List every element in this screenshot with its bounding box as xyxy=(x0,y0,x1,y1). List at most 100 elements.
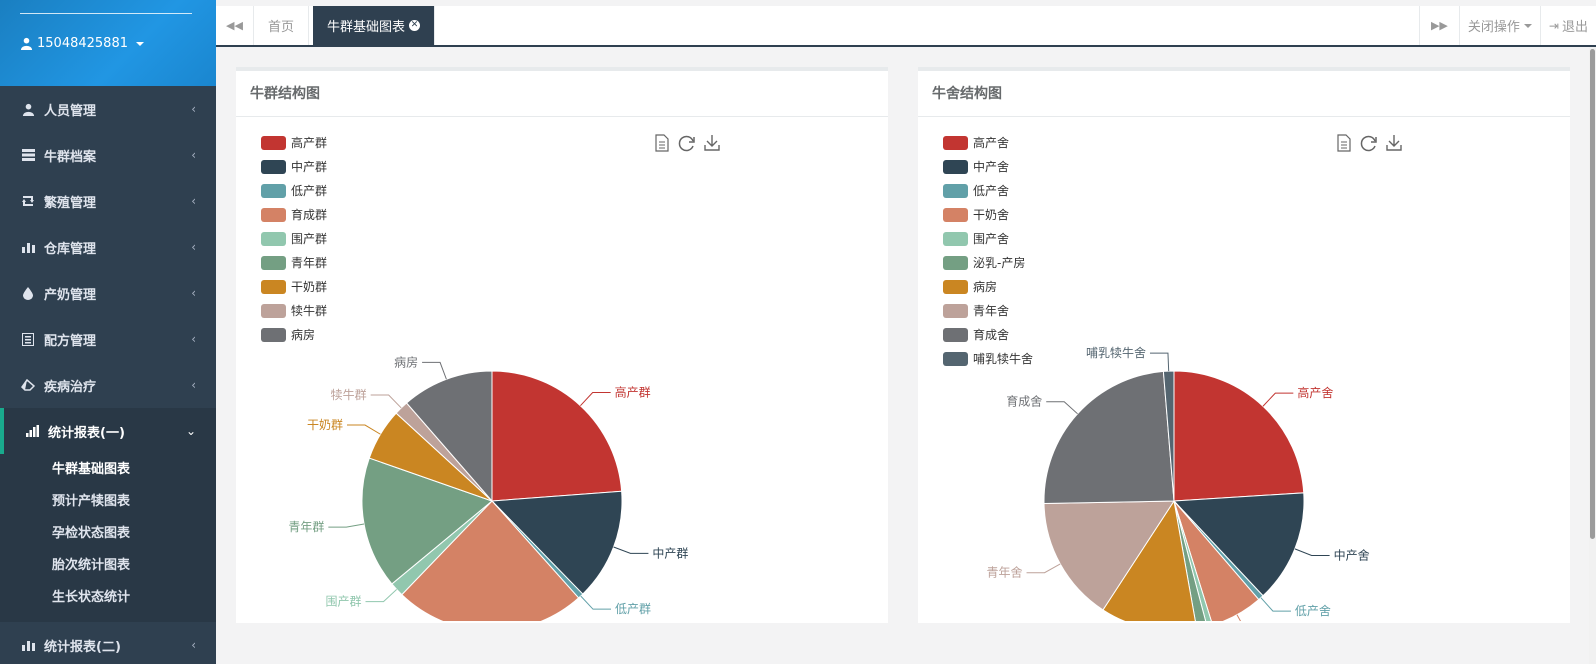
chevron-left-icon: ‹ xyxy=(191,332,196,346)
tab-scroll-right-button[interactable]: ▶▶ xyxy=(1418,6,1459,45)
list-icon xyxy=(20,331,36,347)
legend-swatch[interactable] xyxy=(943,304,968,318)
legend-swatch[interactable] xyxy=(943,256,968,270)
legend-swatch[interactable] xyxy=(943,328,968,342)
legend-swatch[interactable] xyxy=(261,328,286,342)
legend-swatch[interactable] xyxy=(943,352,968,366)
pie-slice[interactable] xyxy=(1043,370,1175,504)
herd-structure-panel: 牛群结构图 高产群 中产群 低产群 育成群 围产群 青年群 干奶群 犊牛群 病房 高产群 中产群 低产… xyxy=(236,67,888,623)
legend-label[interactable]: 低产群 xyxy=(291,184,327,198)
legend-label[interactable]: 育成群 xyxy=(291,207,327,222)
label-leader-line xyxy=(580,595,612,610)
legend-swatch[interactable] xyxy=(261,304,286,318)
legend-label[interactable]: 围产群 xyxy=(291,232,327,246)
legend-swatch[interactable] xyxy=(261,136,286,150)
user-icon xyxy=(20,101,36,117)
legend-swatch[interactable] xyxy=(261,280,286,294)
sidebar-item-herd-records[interactable]: 牛群档案 ‹ xyxy=(0,132,216,178)
subnav-item-parity-chart[interactable]: 胎次统计图表 xyxy=(0,550,216,582)
pie-slice[interactable] xyxy=(491,370,623,502)
subnav-item-pregnancy-chart[interactable]: 孕检状态图表 xyxy=(0,518,216,550)
data-view-icon[interactable] xyxy=(655,134,669,152)
chevron-left-icon: ‹ xyxy=(191,638,196,652)
label-leader-line xyxy=(1262,392,1294,407)
legend-swatch[interactable] xyxy=(261,256,286,270)
sidebar-item-label: 统计报表(二) xyxy=(44,639,121,655)
scrollbar-thumb[interactable] xyxy=(1590,49,1595,539)
chevron-left-icon: ‹ xyxy=(191,378,196,392)
sidebar-item-warehouse[interactable]: 仓库管理 ‹ xyxy=(0,224,216,270)
sidebar-item-label: 人员管理 xyxy=(44,103,97,119)
logout-label: 退出 xyxy=(1561,20,1588,35)
chart-toolbox xyxy=(1337,134,1402,152)
legend-swatch[interactable] xyxy=(943,280,968,294)
slice-label: 围产群 xyxy=(325,595,361,609)
sidebar-item-formula[interactable]: 配方管理 ‹ xyxy=(0,316,216,362)
sidebar-item-milk[interactable]: 产奶管理 ‹ xyxy=(0,270,216,316)
legend-label[interactable]: 围产舍 xyxy=(973,231,1009,246)
sidebar-subnav: 牛群基础图表 预计产犊图表 孕检状态图表 胎次统计图表 生长状态统计 xyxy=(0,454,216,622)
page-scrollbar[interactable] xyxy=(1589,47,1596,664)
legend-label[interactable]: 高产舍 xyxy=(973,135,1009,150)
logout-button[interactable]: ⇥ 退出 xyxy=(1539,6,1596,45)
chevron-left-icon: ‹ xyxy=(191,194,196,208)
chevron-left-icon: ‹ xyxy=(191,286,196,300)
close-icon[interactable]: ✕ xyxy=(409,20,421,31)
legend-swatch[interactable] xyxy=(261,208,286,222)
legend-label[interactable]: 犊牛群 xyxy=(291,303,327,318)
legend-label[interactable]: 青年舍 xyxy=(973,303,1009,318)
sidebar-item-reports-1[interactable]: 统计报表(一) ⌄ xyxy=(0,408,216,454)
slice-label: 青年群 xyxy=(288,520,324,534)
tab-bar: ◀◀ 首页 牛群基础图表 ✕ ▶▶ 关闭操作 ⇥ 退出 xyxy=(216,6,1596,47)
legend-label[interactable]: 干奶舍 xyxy=(973,207,1009,222)
data-view-icon[interactable] xyxy=(1337,134,1351,152)
legend-swatch[interactable] xyxy=(943,136,968,150)
legend-label[interactable]: 中产群 xyxy=(291,159,327,174)
legend-swatch[interactable] xyxy=(261,232,286,246)
close-ops-dropdown[interactable]: 关闭操作 xyxy=(1458,6,1540,45)
subnav-item-growth-stats[interactable]: 生长状态统计 xyxy=(0,582,216,614)
label-leader-line xyxy=(1294,548,1330,556)
slice-label: 高产群 xyxy=(615,385,651,400)
restore-icon[interactable] xyxy=(678,135,695,152)
tab-home[interactable]: 首页 xyxy=(254,6,310,45)
legend-swatch[interactable] xyxy=(943,184,968,198)
save-image-icon[interactable] xyxy=(704,135,720,151)
server-icon xyxy=(20,147,36,163)
legend-label[interactable]: 高产群 xyxy=(291,135,327,150)
sidebar-item-reports-2[interactable]: 统计报表(二) ‹ xyxy=(0,622,216,664)
user-menu[interactable]: 15048425881 xyxy=(20,36,144,51)
tab-herd-chart[interactable]: 牛群基础图表 ✕ xyxy=(313,6,436,45)
retweet-icon xyxy=(20,193,36,209)
pie-slice[interactable] xyxy=(1173,370,1305,502)
legend-label[interactable]: 干奶群 xyxy=(291,280,327,294)
tab-scroll-left-button[interactable]: ◀◀ xyxy=(216,6,254,45)
legend-label[interactable]: 泌乳-产房 xyxy=(973,255,1025,270)
sidebar-item-personnel[interactable]: 人员管理 ‹ xyxy=(0,86,216,132)
sidebar-item-disease[interactable]: 疾病治疗 ‹ xyxy=(0,362,216,408)
user-icon xyxy=(20,37,33,50)
slice-label: 低产群 xyxy=(615,602,651,616)
legend-label[interactable]: 育成舍 xyxy=(973,327,1009,342)
label-leader-line xyxy=(1236,614,1242,621)
subnav-item-calving-chart[interactable]: 预计产犊图表 xyxy=(0,486,216,518)
sidebar-item-breeding[interactable]: 繁殖管理 ‹ xyxy=(0,178,216,224)
slice-label: 中产群 xyxy=(652,545,688,560)
label-leader-line xyxy=(613,546,649,554)
label-leader-line xyxy=(1260,597,1291,612)
legend-swatch[interactable] xyxy=(943,208,968,222)
subnav-item-herd-chart[interactable]: 牛群基础图表 xyxy=(0,454,216,486)
legend-swatch[interactable] xyxy=(261,184,286,198)
legend-swatch[interactable] xyxy=(943,232,968,246)
legend-label[interactable]: 病房 xyxy=(973,279,997,294)
legend-label[interactable]: 青年群 xyxy=(291,256,327,270)
legend-swatch[interactable] xyxy=(261,160,286,174)
sidebar-item-label: 统计报表(一) xyxy=(48,425,125,441)
legend-label[interactable]: 病房 xyxy=(291,327,315,342)
legend-swatch[interactable] xyxy=(943,160,968,174)
save-image-icon[interactable] xyxy=(1386,135,1402,151)
legend-label[interactable]: 低产舍 xyxy=(973,183,1009,198)
legend-label[interactable]: 中产舍 xyxy=(973,159,1009,174)
legend-label[interactable]: 哺乳犊牛舍 xyxy=(973,351,1033,366)
restore-icon[interactable] xyxy=(1360,135,1377,152)
